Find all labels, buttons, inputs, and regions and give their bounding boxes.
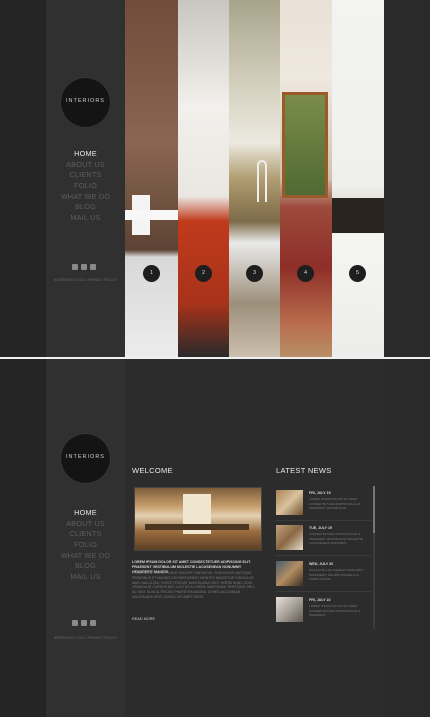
welcome-image [134, 487, 262, 551]
news-item[interactable]: FRI, JULY 15 LOREM IPSUM DOLOR SIT AMET … [276, 490, 371, 520]
news-date: WED, JULY 20 [309, 562, 334, 566]
nav-what-we-do[interactable]: WHAT WE DO [46, 551, 125, 562]
news-text: LOREM IPSUM DOLOR SIT AMET CONSECTETUER … [309, 604, 361, 617]
news-text: CONSECTETUER ADIPISCING ELIT PRAESENT VE… [309, 532, 363, 545]
welcome-text: PHASELLUS PORTA. FUSCE SUSCIPIT VARIUS M… [132, 571, 255, 599]
slide-strip-4[interactable]: 4 [280, 0, 332, 357]
main-nav: HOME ABOUT US CLIENTS FOLIO WHAT WE DO B… [46, 149, 125, 224]
latest-news-title: LATEST NEWS [276, 466, 332, 475]
vimeo-icon[interactable] [81, 264, 87, 270]
divider [276, 591, 371, 592]
copyright: INTERIORS © 2011 • PRIVACY POLICY [53, 278, 118, 282]
news-thumbnail [276, 597, 303, 622]
facebook-icon[interactable] [90, 264, 96, 270]
slide-number-2[interactable]: 2 [195, 265, 212, 282]
divider [276, 520, 371, 521]
slide-strip-5[interactable]: 5 [332, 0, 384, 357]
news-text: MOLESTIE LACUSENEAN NONUMMY HENDRERIT MA… [309, 568, 364, 581]
news-item[interactable]: WED, JULY 20 MOLESTIE LACUSENEAN NONUMMY… [276, 561, 371, 591]
nav-what-we-do[interactable]: WHAT WE DO [46, 192, 125, 203]
nav-mail[interactable]: MAIL US [46, 213, 125, 224]
news-thumbnail [276, 525, 303, 550]
facebook-icon[interactable] [90, 620, 96, 626]
slide-strip-1[interactable]: 1 [125, 0, 178, 357]
logo[interactable]: INTERIORS [60, 77, 111, 128]
nav-clients[interactable]: CLIENTS [46, 170, 125, 181]
nav-about[interactable]: ABOUT US [46, 160, 125, 171]
vimeo-icon[interactable] [81, 620, 87, 626]
news-date: TUE, JULY 19 [309, 526, 332, 530]
news-text: LOREM IPSUM DOLOR SIT AMET CONSECTETUER … [309, 497, 361, 510]
logo-text: INTERIORS [66, 454, 105, 460]
slide-number-4[interactable]: 4 [297, 265, 314, 282]
nav-mail[interactable]: MAIL US [46, 572, 125, 583]
nav-clients[interactable]: CLIENTS [46, 529, 125, 540]
nav-about[interactable]: ABOUT US [46, 519, 125, 530]
nav-folio[interactable]: FOLIO [46, 181, 125, 192]
twitter-icon[interactable] [72, 264, 78, 270]
welcome-title: WELCOME [132, 466, 173, 475]
page-home: INTERIORS HOME ABOUT US CLIENTS FOLIO WH… [0, 359, 430, 717]
nav-folio[interactable]: FOLIO [46, 540, 125, 551]
news-date: FRI, JULY 15 [309, 491, 331, 495]
nav-home[interactable]: HOME [46, 149, 125, 160]
slide-strip-3[interactable]: 3 [229, 0, 280, 357]
nav-home[interactable]: HOME [46, 508, 125, 519]
slide-number-5[interactable]: 5 [349, 265, 366, 282]
slide-number-1[interactable]: 1 [143, 265, 160, 282]
news-item[interactable]: TUE, JULY 19 CONSECTETUER ADIPISCING ELI… [276, 525, 371, 555]
page-slider: INTERIORS HOME ABOUT US CLIENTS FOLIO WH… [0, 0, 430, 358]
nav-blog[interactable]: BLOG [46, 561, 125, 572]
social-icons [72, 264, 96, 270]
main-nav: HOME ABOUT US CLIENTS FOLIO WHAT WE DO B… [46, 508, 125, 583]
copyright: INTERIORS © 2011 • PRIVACY POLICY [53, 636, 118, 640]
twitter-icon[interactable] [72, 620, 78, 626]
slide-strip-2[interactable]: 2 [178, 0, 229, 357]
social-icons [72, 620, 96, 626]
news-item[interactable]: FRI, JULY 22 LOREM IPSUM DOLOR SIT AMET … [276, 597, 371, 627]
news-date: FRI, JULY 22 [309, 598, 331, 602]
slide-number-3[interactable]: 3 [246, 265, 263, 282]
divider [276, 555, 371, 556]
read-more-link[interactable]: READ MORE [132, 617, 155, 621]
news-thumbnail [276, 561, 303, 586]
logo[interactable]: INTERIORS [60, 433, 111, 484]
logo-text: INTERIORS [66, 98, 105, 104]
scrollbar-thumb[interactable] [373, 486, 375, 533]
nav-blog[interactable]: BLOG [46, 202, 125, 213]
right-panel [384, 0, 430, 357]
right-panel [384, 359, 430, 717]
news-thumbnail [276, 490, 303, 515]
news-scrollbar[interactable] [373, 486, 375, 629]
